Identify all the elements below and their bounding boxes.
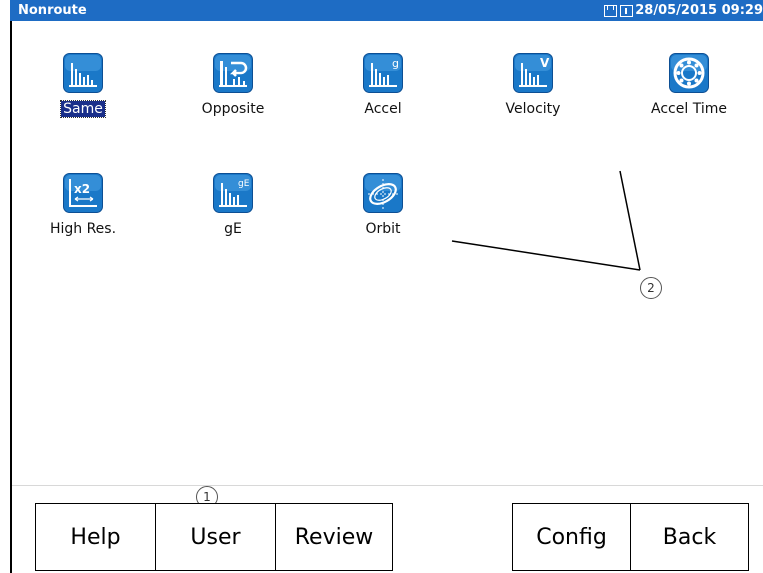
device-screen: Nonroute 28/05/2015 09:29 Same Opposite …: [0, 0, 763, 573]
config-button[interactable]: Config: [512, 503, 631, 571]
sd-card-icon: [604, 4, 618, 17]
app-label: Accel: [364, 101, 402, 117]
high-res-icon: x2: [63, 173, 103, 213]
app-ge[interactable]: gE gE: [178, 173, 288, 237]
app-grid: Same Opposite g Accel V Velocity Accel T…: [10, 21, 763, 483]
app-label: Opposite: [201, 101, 265, 117]
svg-text:g: g: [392, 57, 399, 70]
user-button[interactable]: User: [155, 503, 276, 571]
spectrum-ge-icon: gE: [213, 173, 253, 213]
review-button[interactable]: Review: [275, 503, 393, 571]
bottom-toolbar: 1 Help User Review Config Back: [10, 483, 763, 573]
app-high-res[interactable]: x2 High Res.: [28, 173, 138, 237]
battery-icon: [620, 4, 634, 17]
svg-text:V: V: [540, 56, 550, 70]
toolbar-separator: [12, 485, 763, 486]
app-label: gE: [224, 221, 242, 237]
app-label: Accel Time: [651, 101, 727, 117]
datetime: 28/05/2015 09:29: [635, 3, 763, 18]
app-velocity[interactable]: V Velocity: [478, 53, 588, 117]
app-label: Orbit: [365, 221, 401, 237]
svg-text:x2: x2: [74, 182, 90, 196]
spectrum-same-icon: [63, 53, 103, 93]
app-title: Nonroute: [18, 3, 87, 18]
app-label: High Res.: [49, 221, 117, 237]
back-button[interactable]: Back: [630, 503, 749, 571]
help-button[interactable]: Help: [35, 503, 156, 571]
app-accel-time[interactable]: Accel Time: [634, 53, 744, 117]
app-opposite[interactable]: Opposite: [178, 53, 288, 117]
app-label: Velocity: [505, 101, 561, 117]
spectrum-velocity-icon: V: [513, 53, 553, 93]
callout-2: 2: [640, 277, 662, 299]
svg-text:gE: gE: [238, 179, 250, 189]
app-same[interactable]: Same: [28, 53, 138, 118]
spectrum-accel-icon: g: [363, 53, 403, 93]
bearing-accel-time-icon: [669, 53, 709, 93]
app-accel[interactable]: g Accel: [328, 53, 438, 117]
title-bar: Nonroute 28/05/2015 09:29: [10, 0, 763, 21]
orbit-icon: [363, 173, 403, 213]
app-label: Same: [60, 100, 106, 118]
app-orbit[interactable]: Orbit: [328, 173, 438, 237]
spectrum-opposite-icon: [213, 53, 253, 93]
status-area: 28/05/2015 09:29: [604, 3, 763, 18]
